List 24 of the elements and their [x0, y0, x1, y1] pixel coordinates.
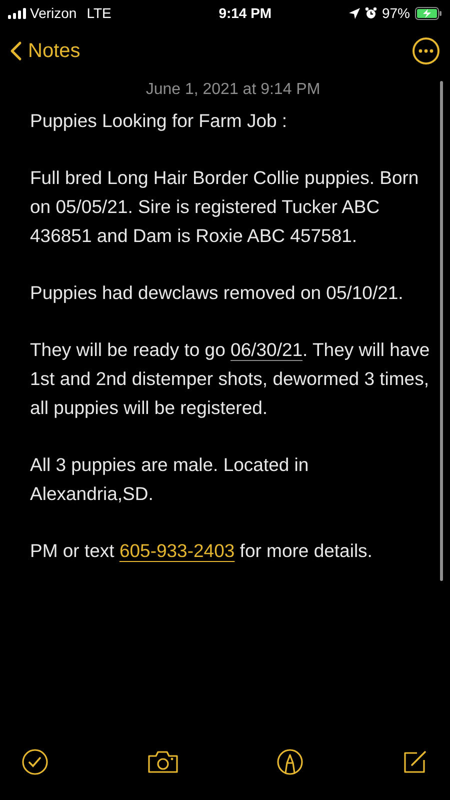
pen-tip-circle-icon[interactable] [277, 749, 304, 775]
phone-link[interactable]: 605-933-2403 [119, 540, 235, 561]
note-paragraph: Puppies had dewclaws removed on 05/10/21. [30, 281, 404, 305]
compose-icon[interactable] [402, 749, 428, 775]
carrier-name: Verizon [30, 4, 77, 22]
network-type: LTE [86, 4, 112, 22]
note-paragraph: Full bred Long Hair Border Collie puppies. Born on 05/05/21. Sire is registered Tucker ABC 436851 and Dam is Roxie ABC 457581. [30, 166, 420, 248]
signal-icon [8, 8, 26, 18]
more-icon[interactable] [412, 37, 440, 65]
note-paragraph: Puppies Looking for Farm Job : [30, 109, 288, 133]
note-paragraph: All 3 puppies are male. Located in Alexandria,SD. [30, 453, 310, 506]
back-button[interactable]: Notes [10, 36, 80, 66]
camera-icon[interactable] [146, 750, 179, 774]
date-link[interactable]: 06/30/21 [230, 339, 303, 360]
checkmark-circle-icon[interactable] [22, 749, 48, 775]
note-paragraph: PM or text 605-933-2403 for more details. [30, 539, 374, 563]
alarm-icon [364, 7, 377, 19]
note-paragraph: They will be ready to go 06/30/21. They will have 1st and 2nd distemper shots, dewormed 3 times, all puppies will be registered. [30, 338, 430, 420]
chevron-left-icon [10, 41, 22, 61]
location-icon [348, 8, 360, 18]
note-date: June 1, 2021 at 9:14 PM [144, 80, 322, 100]
battery-charging-icon [414, 6, 442, 20]
status-time: 9:14 PM [218, 4, 272, 22]
battery-percent: 97% [382, 4, 410, 22]
